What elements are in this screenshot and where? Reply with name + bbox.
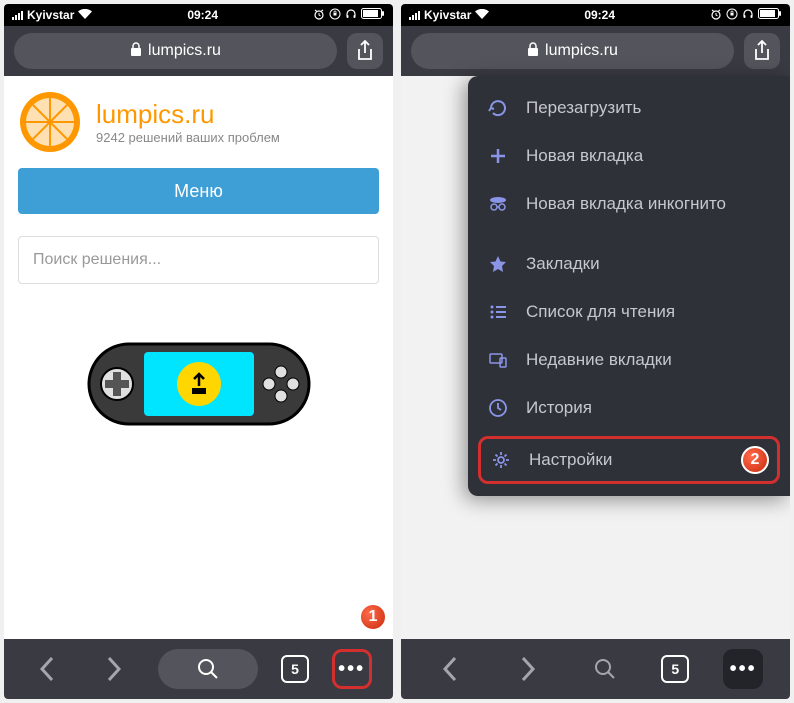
url-domain: lumpics.ru (148, 42, 221, 60)
signal-icon (12, 11, 23, 20)
tab-count: 5 (671, 661, 679, 677)
battery-icon (758, 8, 782, 22)
callout-1: 1 (359, 603, 387, 631)
lock-icon (130, 42, 142, 61)
tab-count: 5 (291, 661, 299, 677)
menu-button[interactable]: Меню (18, 168, 379, 214)
chevron-left-icon (442, 656, 458, 682)
more-menu-button[interactable]: ••• (332, 649, 372, 689)
tabs-button[interactable]: 5 (661, 655, 689, 683)
bottom-bar: 5 ••• (401, 639, 790, 699)
page-content: lumpics.ru 9242 решений ваших проблем Ме… (4, 76, 393, 639)
lock-icon (527, 42, 539, 61)
chevron-left-icon (39, 656, 55, 682)
search-input[interactable]: Поиск решения... (18, 236, 379, 284)
menu-label: Недавние вкладки (526, 350, 672, 370)
menu-item-incognito[interactable]: Новая вкладка инкогнито (468, 180, 790, 228)
status-bar: Kyivstar 09:24 (4, 4, 393, 26)
status-time: 09:24 (584, 8, 615, 22)
battery-icon (361, 8, 385, 22)
share-icon (753, 40, 771, 62)
url-domain: lumpics.ru (545, 42, 618, 60)
phone-left: Kyivstar 09:24 lumpics.ru (4, 4, 393, 699)
forward-button[interactable] (92, 647, 136, 691)
bottom-search-button[interactable] (583, 649, 627, 689)
site-tagline: 9242 решений ваших проблем (96, 130, 280, 145)
phone-right: Kyivstar 09:24 lumpics.ru (401, 4, 790, 699)
back-button[interactable] (25, 647, 69, 691)
devices-icon (486, 348, 510, 372)
status-time: 09:24 (187, 8, 218, 22)
menu-item-recent-tabs[interactable]: Недавние вкладки (468, 336, 790, 384)
menu-item-reading-list[interactable]: Список для чтения (468, 288, 790, 336)
menu-label: Новая вкладка (526, 146, 643, 166)
search-icon (594, 658, 616, 680)
menu-label: Перезагрузить (526, 98, 641, 118)
menu-item-bookmarks[interactable]: Закладки (468, 240, 790, 288)
rotation-lock-icon (726, 8, 738, 23)
reload-icon (486, 96, 510, 120)
more-menu-button[interactable]: ••• (723, 649, 763, 689)
share-button[interactable] (347, 33, 383, 69)
search-icon (197, 658, 219, 680)
star-icon (486, 252, 510, 276)
forward-button[interactable] (506, 647, 550, 691)
menu-label: История (526, 398, 592, 418)
menu-item-new-tab[interactable]: Новая вкладка (468, 132, 790, 180)
url-bar: lumpics.ru (4, 26, 393, 76)
headphones-icon (345, 8, 357, 23)
url-pill[interactable]: lumpics.ru (14, 33, 337, 69)
wifi-icon (78, 8, 92, 22)
menu-item-history[interactable]: История (468, 384, 790, 432)
psp-image (84, 324, 314, 444)
tabs-button[interactable]: 5 (281, 655, 309, 683)
menu-popup: Перезагрузить Новая вкладка Новая вкладк… (468, 76, 790, 496)
site-logo-icon (18, 90, 82, 154)
menu-item-reload[interactable]: Перезагрузить (468, 84, 790, 132)
carrier-label: Kyivstar (27, 8, 74, 22)
wifi-icon (475, 8, 489, 22)
share-button[interactable] (744, 33, 780, 69)
status-bar: Kyivstar 09:24 (401, 4, 790, 26)
callout-2: 2 (741, 446, 769, 474)
incognito-icon (486, 192, 510, 216)
site-name: lumpics.ru (96, 99, 280, 130)
rotation-lock-icon (329, 8, 341, 23)
menu-label: Настройки (529, 450, 612, 470)
menu-item-settings[interactable]: Настройки 2 (478, 436, 780, 484)
chevron-right-icon (106, 656, 122, 682)
url-pill[interactable]: lumpics.ru (411, 33, 734, 69)
carrier-label: Kyivstar (424, 8, 471, 22)
chevron-right-icon (520, 656, 536, 682)
url-bar: lumpics.ru (401, 26, 790, 76)
bottom-search-button[interactable] (158, 649, 258, 689)
plus-icon (486, 144, 510, 168)
signal-icon (409, 11, 420, 20)
gear-icon (489, 448, 513, 472)
menu-label: Новая вкладка инкогнито (526, 194, 726, 214)
back-button[interactable] (428, 647, 472, 691)
alarm-icon (313, 8, 325, 23)
alarm-icon (710, 8, 722, 23)
bottom-bar: 5 ••• (4, 639, 393, 699)
share-icon (356, 40, 374, 62)
history-icon (486, 396, 510, 420)
headphones-icon (742, 8, 754, 23)
list-icon (486, 300, 510, 324)
menu-label: Закладки (526, 254, 600, 274)
menu-label: Список для чтения (526, 302, 675, 322)
